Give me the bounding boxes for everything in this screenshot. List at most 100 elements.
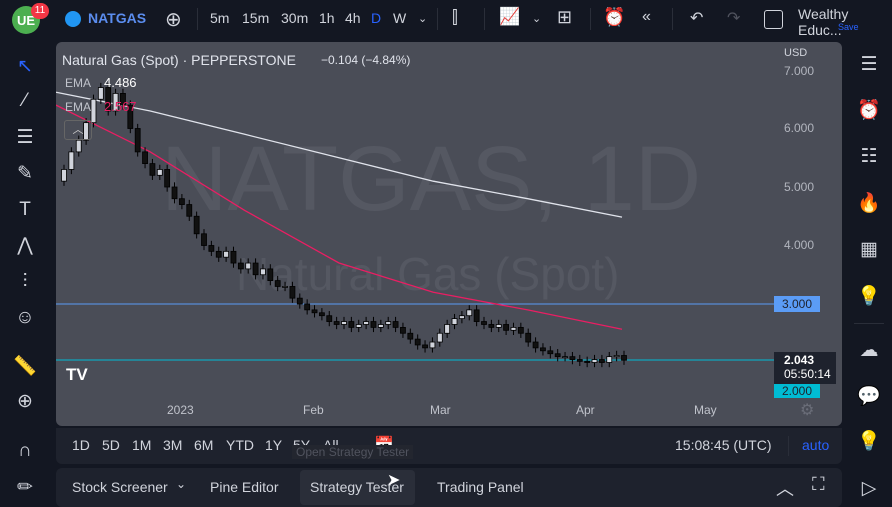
- replay-icon[interactable]: «: [642, 8, 651, 26]
- candle-body: [142, 151, 148, 165]
- notification-badge[interactable]: 11: [31, 3, 49, 19]
- undo-icon[interactable]: ↶: [690, 8, 703, 28]
- layout-grid-icon[interactable]: ⊞: [557, 7, 572, 28]
- alarm-clock-icon[interactable]: ⏰: [856, 97, 882, 123]
- candle-body: [370, 321, 377, 328]
- currency-selector[interactable]: USD: [784, 47, 807, 59]
- chevron-down-icon[interactable]: ⌄: [418, 12, 427, 25]
- candle-body: [252, 262, 259, 276]
- watchlist-icon[interactable]: ☰: [856, 51, 882, 77]
- candles-icon[interactable]: ⫿: [452, 7, 458, 28]
- lock-draw-icon[interactable]: ✏: [12, 474, 38, 500]
- candle-body: [326, 315, 333, 322]
- candle-body: [562, 356, 568, 359]
- price-plot[interactable]: [56, 42, 842, 426]
- candle-body: [230, 250, 237, 264]
- minds-cloud-icon[interactable]: ☁: [856, 337, 882, 363]
- chart-pane[interactable]: NATGAS, 1D Natural Gas (Spot) Natural Ga…: [56, 42, 842, 426]
- forecast-icon[interactable]: ⫶: [12, 269, 38, 295]
- ema-short-value: 2.567: [104, 99, 137, 114]
- candle-body: [355, 324, 362, 328]
- candle-body: [621, 355, 627, 361]
- interval-5m[interactable]: 5m: [210, 10, 229, 26]
- ruler-icon[interactable]: 📏: [12, 353, 38, 379]
- hotlist-flame-icon[interactable]: 🔥: [856, 190, 882, 216]
- interval-1h[interactable]: 1h: [319, 10, 335, 26]
- play-broadcast-icon[interactable]: ▷: [856, 475, 882, 501]
- chat-icon[interactable]: 💬: [856, 383, 882, 409]
- data-window-icon[interactable]: ☷: [856, 143, 882, 169]
- candle-body: [503, 324, 510, 331]
- interval-30m[interactable]: 30m: [281, 10, 308, 26]
- magnet-icon[interactable]: ∩: [12, 438, 38, 464]
- auto-scale-button[interactable]: auto: [802, 437, 829, 453]
- candle-body: [606, 356, 613, 363]
- clock-time[interactable]: 15:08:45 (UTC): [675, 437, 771, 453]
- alert-clock-icon[interactable]: ⏰: [603, 7, 625, 28]
- droplet-icon: [65, 11, 81, 27]
- range-6m[interactable]: 6M: [194, 437, 213, 453]
- candle-body: [436, 332, 443, 343]
- emoji-icon[interactable]: ☺: [12, 305, 38, 331]
- add-compare-icon[interactable]: ⊕: [165, 7, 182, 32]
- chevron-down-icon[interactable]: ⌄: [176, 477, 186, 491]
- ema-long-value: 4.486: [104, 75, 137, 90]
- range-ytd[interactable]: YTD: [226, 437, 254, 453]
- redo-icon[interactable]: ↷: [727, 8, 740, 28]
- candle-body: [282, 286, 288, 288]
- collapse-legend-button[interactable]: ︿: [64, 120, 92, 140]
- trend-line-icon[interactable]: ⁄: [12, 88, 38, 114]
- candle-body: [414, 338, 421, 346]
- ema-long-label[interactable]: EMA: [65, 76, 91, 90]
- range-3m[interactable]: 3M: [163, 437, 182, 453]
- chart-settings-gear-icon[interactable]: ⚙: [800, 400, 814, 420]
- interval-15m[interactable]: 15m: [242, 10, 269, 26]
- maximize-panel-icon[interactable]: ⛶: [812, 474, 825, 495]
- candle-body: [547, 350, 554, 355]
- time-label: 2023: [167, 403, 194, 417]
- candle-body: [495, 324, 502, 328]
- brush-icon[interactable]: ✎: [12, 160, 38, 186]
- streams-bulb-icon[interactable]: 💡: [856, 428, 882, 454]
- range-1m[interactable]: 1M: [132, 437, 151, 453]
- price-label: 6.000: [784, 121, 815, 135]
- candle-body: [569, 356, 576, 360]
- chevron-down-icon[interactable]: ⌄: [532, 12, 541, 25]
- candle-body: [407, 332, 414, 340]
- candle-body: [488, 324, 495, 328]
- ideas-bulb-icon[interactable]: 💡: [856, 283, 882, 309]
- fullscreen-square-icon[interactable]: [764, 10, 783, 29]
- candle-body: [422, 344, 428, 349]
- pattern-icon[interactable]: ⋀: [12, 232, 38, 258]
- candle-body: [304, 303, 311, 311]
- range-bar: 1D 5D 1M 3M 6M YTD 1Y 5Y All 📅 Open Stra…: [56, 428, 842, 464]
- indicators-icon[interactable]: 📈: [499, 7, 520, 27]
- last-price: 2.043: [784, 353, 815, 367]
- candle-body: [510, 326, 517, 331]
- zoom-in-icon[interactable]: ⊕: [12, 388, 38, 414]
- candle-body: [208, 245, 215, 252]
- collapse-panel-icon[interactable]: ︿: [776, 475, 794, 501]
- fib-lines-icon[interactable]: ☰: [12, 124, 38, 150]
- symbol-search[interactable]: NATGAS: [88, 10, 146, 26]
- support-price-label: 2.000: [774, 384, 820, 398]
- candle-body: [584, 360, 591, 363]
- tradingview-logo[interactable]: TV: [66, 365, 88, 385]
- calendar-icon[interactable]: ▦: [856, 236, 882, 262]
- time-label: Apr: [576, 403, 595, 417]
- interval-d[interactable]: D: [371, 10, 381, 26]
- tab-stock-screener[interactable]: Stock Screener: [72, 479, 168, 495]
- text-icon[interactable]: T: [12, 197, 38, 223]
- ema-short-label[interactable]: EMA: [65, 100, 91, 114]
- range-1y[interactable]: 1Y: [265, 437, 282, 453]
- interval-w[interactable]: W: [393, 10, 406, 26]
- range-1d[interactable]: 1D: [72, 437, 90, 453]
- cursor-icon[interactable]: ↖: [12, 53, 38, 79]
- save-button[interactable]: Save: [838, 22, 859, 32]
- candle-body: [540, 347, 546, 352]
- interval-4h[interactable]: 4h: [345, 10, 361, 26]
- candle-body: [68, 151, 75, 170]
- tab-trading-panel[interactable]: Trading Panel: [437, 479, 524, 495]
- range-5d[interactable]: 5D: [102, 437, 120, 453]
- tab-pine-editor[interactable]: Pine Editor: [210, 479, 278, 495]
